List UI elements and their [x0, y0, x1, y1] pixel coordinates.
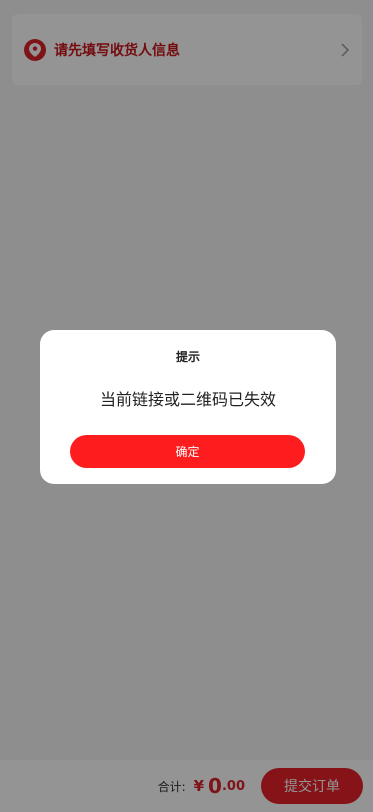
- confirm-button[interactable]: 确定: [70, 435, 305, 468]
- dialog-message: 当前链接或二维码已失效: [99, 390, 276, 409]
- alert-dialog: 提示 当前链接或二维码已失效 确定: [40, 330, 336, 484]
- dialog-title: 提示: [175, 350, 200, 364]
- order-confirm-page: 请先填写收货人信息 合计: ¥ 0 .00 提交订单 提示 当前链接或二维码已失…: [0, 0, 373, 812]
